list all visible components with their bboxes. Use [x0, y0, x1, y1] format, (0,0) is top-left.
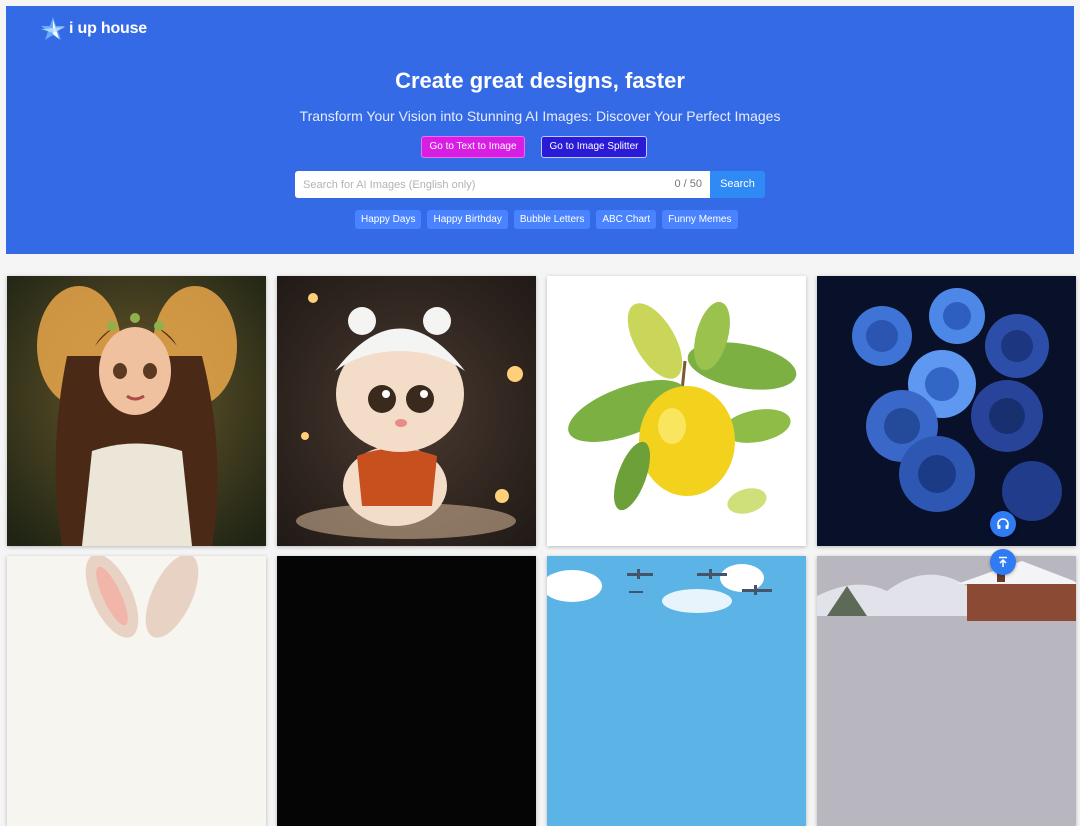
blue-roses-image	[817, 276, 1076, 546]
snowy-house-image	[817, 556, 1076, 826]
search-box: 0 / 50	[295, 171, 710, 198]
bunny-ears-image	[7, 556, 266, 826]
gallery-card-kitten[interactable]	[277, 276, 536, 546]
logo-star-icon	[41, 17, 65, 40]
gallery-card-bunny[interactable]	[7, 556, 266, 826]
search-char-counter: 0 / 50	[674, 178, 702, 190]
tag-funny-memes[interactable]: Funny Memes	[662, 210, 738, 229]
back-to-top-button[interactable]	[990, 549, 1016, 575]
tag-bubble-letters[interactable]: Bubble Letters	[513, 210, 591, 229]
search-button[interactable]: Search	[710, 171, 765, 198]
support-button[interactable]	[990, 511, 1016, 537]
tag-happy-birthday[interactable]: Happy Birthday	[427, 210, 508, 229]
dark-image	[277, 556, 536, 826]
brand-name: i up house	[69, 20, 148, 37]
tag-happy-days[interactable]: Happy Days	[355, 210, 422, 229]
gallery-card-snowy-house[interactable]	[817, 556, 1076, 826]
gallery-card-dark[interactable]	[277, 556, 536, 826]
page-subtitle: Transform Your Vision into Stunning AI I…	[299, 108, 781, 124]
gallery-card-airplanes[interactable]	[547, 556, 806, 826]
arrow-up-icon	[999, 556, 1007, 567]
go-to-image-splitter-button[interactable]: Go to Image Splitter	[541, 136, 647, 158]
search-input[interactable]	[303, 171, 663, 198]
fairy-girl-image	[7, 276, 266, 546]
lemon-illustration-image	[547, 276, 806, 546]
go-to-text-to-image-button[interactable]: Go to Text to Image	[421, 136, 525, 158]
brand-logo[interactable]: i up house	[39, 15, 147, 43]
gallery-card-fairy-girl[interactable]	[7, 276, 266, 546]
airplanes-sky-image	[547, 556, 806, 826]
headphones-icon	[997, 518, 1009, 529]
gallery-card-lemon[interactable]	[547, 276, 806, 546]
tag-abc-chart[interactable]: ABC Chart	[596, 210, 657, 229]
suggested-tags: Happy Days Happy Birthday Bubble Letters…	[355, 210, 738, 229]
gallery-card-blue-roses[interactable]	[817, 276, 1076, 546]
page-title: Create great designs, faster	[395, 68, 685, 93]
kitten-in-hat-image	[277, 276, 536, 546]
